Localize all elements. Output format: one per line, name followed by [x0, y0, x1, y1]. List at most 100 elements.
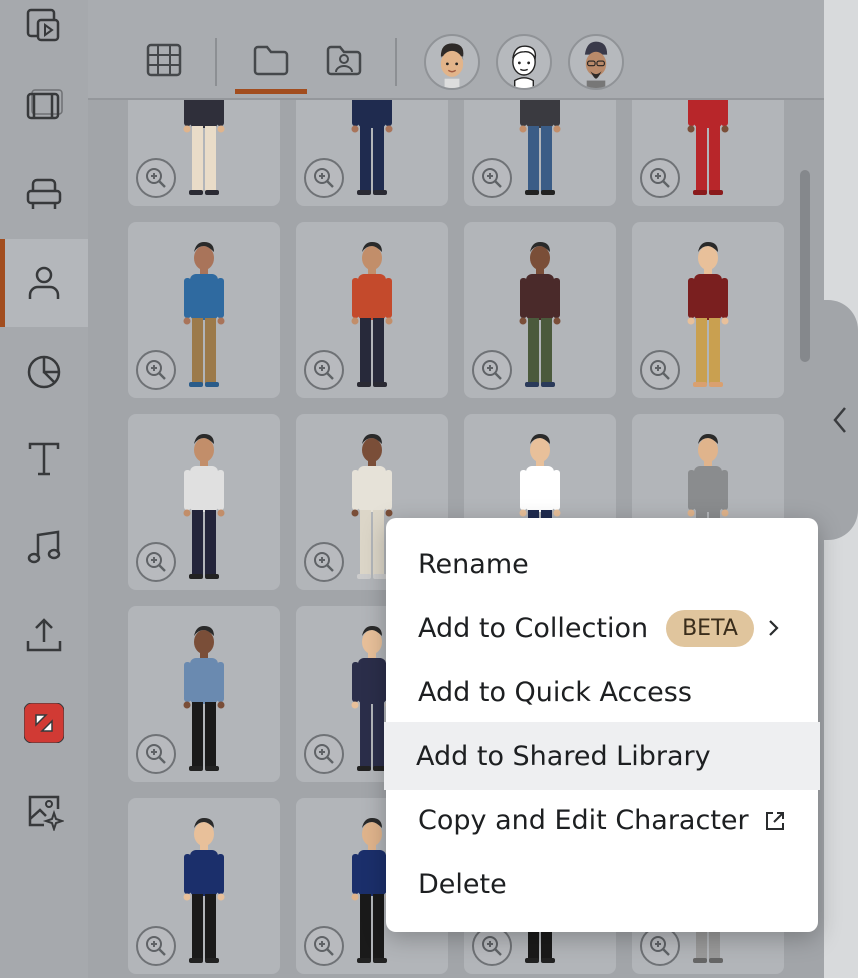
character-style-avatar[interactable]	[568, 34, 624, 90]
character-figure	[174, 616, 234, 782]
zoom-preview-button[interactable]	[640, 350, 680, 390]
text-button[interactable]	[0, 415, 88, 503]
video-file-icon	[24, 4, 64, 44]
toolbar-divider	[395, 38, 397, 86]
character-figure	[510, 100, 570, 206]
menu-item-label: Add to Collection	[418, 613, 648, 644]
zoom-in-icon	[648, 166, 672, 190]
character-style-avatar[interactable]	[496, 34, 552, 90]
chevron-right-icon	[766, 614, 782, 642]
character-card[interactable]	[296, 222, 448, 398]
zoom-preview-button[interactable]	[640, 158, 680, 198]
film-icon	[24, 86, 64, 126]
zoom-in-icon	[648, 358, 672, 382]
tab-user-folders[interactable]	[316, 32, 372, 92]
character-card[interactable]	[128, 222, 280, 398]
character-card[interactable]	[464, 222, 616, 398]
armchair-icon	[24, 174, 64, 214]
beta-badge: BETA	[666, 610, 754, 647]
character-figure	[510, 232, 570, 398]
video-scene-button[interactable]	[0, 62, 88, 150]
zoom-in-icon	[480, 358, 504, 382]
upload-button[interactable]	[0, 591, 88, 679]
zoom-preview-button[interactable]	[136, 542, 176, 582]
props-button[interactable]	[0, 150, 88, 238]
zoom-preview-button[interactable]	[472, 350, 512, 390]
menu-item-add-to-quick-access[interactable]: Add to Quick Access	[386, 660, 818, 724]
menu-item-add-to-collection[interactable]: Add to Collection BETA	[386, 596, 818, 660]
menu-item-copy-and-edit-character[interactable]: Copy and Edit Character	[386, 788, 818, 852]
character-style-avatar[interactable]	[424, 34, 480, 90]
menu-item-label: Add to Shared Library	[416, 741, 711, 772]
menu-item-label: Add to Quick Access	[418, 677, 692, 708]
zoom-in-icon	[144, 358, 168, 382]
zoom-in-icon	[312, 358, 336, 382]
charts-button[interactable]	[0, 327, 88, 415]
zoom-preview-button[interactable]	[304, 542, 344, 582]
character-context-menu: Rename Add to Collection BETA Add to Qui…	[386, 518, 818, 932]
zoom-in-icon	[144, 742, 168, 766]
character-figure	[174, 232, 234, 398]
zoom-preview-button[interactable]	[304, 734, 344, 774]
menu-item-label: Rename	[418, 549, 529, 580]
zoom-preview-button[interactable]	[304, 350, 344, 390]
zoom-in-icon	[144, 550, 168, 574]
characters-button[interactable]	[0, 239, 88, 327]
menu-item-label: Copy and Edit Character	[418, 805, 749, 836]
pie-chart-icon	[24, 351, 64, 391]
collapse-panel-button[interactable]	[822, 300, 858, 540]
zoom-in-icon	[312, 742, 336, 766]
character-card[interactable]	[128, 100, 280, 206]
video-file-button[interactable]	[0, 0, 88, 68]
tab-grid-view[interactable]	[136, 32, 192, 92]
grid-scrollbar-thumb[interactable]	[800, 170, 810, 362]
character-card[interactable]	[632, 222, 784, 398]
chevron-left-icon	[831, 405, 849, 435]
toolbar-divider	[215, 38, 217, 86]
audio-button[interactable]	[0, 503, 88, 591]
folder-icon	[251, 40, 291, 80]
character-figure	[174, 424, 234, 590]
zoom-in-icon	[144, 166, 168, 190]
person-icon	[24, 263, 64, 303]
character-figure	[678, 100, 738, 206]
music-icon	[24, 527, 64, 567]
zoom-in-icon	[480, 166, 504, 190]
menu-item-delete[interactable]: Delete	[386, 852, 818, 916]
character-card[interactable]	[128, 414, 280, 590]
character-figure	[678, 232, 738, 398]
character-card[interactable]	[632, 100, 784, 206]
tab-folders[interactable]	[243, 32, 299, 92]
character-figure	[342, 100, 402, 206]
zoom-preview-button[interactable]	[640, 926, 680, 966]
zoom-in-icon	[312, 166, 336, 190]
zoom-preview-button[interactable]	[304, 926, 344, 966]
menu-item-add-to-shared-library[interactable]: Add to Shared Library	[384, 722, 820, 790]
zoom-in-icon	[312, 934, 336, 958]
brand-app-icon	[24, 703, 64, 743]
character-card[interactable]	[464, 100, 616, 206]
zoom-preview-button[interactable]	[136, 734, 176, 774]
brand-app-button[interactable]	[0, 679, 88, 767]
upload-icon	[24, 615, 64, 655]
ai-image-icon	[24, 791, 64, 831]
zoom-preview-button[interactable]	[472, 158, 512, 198]
character-card[interactable]	[128, 606, 280, 782]
left-icon-rail	[0, 0, 88, 978]
zoom-preview-button[interactable]	[136, 158, 176, 198]
character-card[interactable]	[296, 100, 448, 206]
zoom-in-icon	[648, 934, 672, 958]
character-card[interactable]	[128, 798, 280, 974]
text-icon	[24, 439, 64, 479]
character-figure	[174, 100, 234, 206]
zoom-preview-button[interactable]	[472, 926, 512, 966]
zoom-preview-button[interactable]	[304, 158, 344, 198]
zoom-preview-button[interactable]	[136, 926, 176, 966]
zoom-preview-button[interactable]	[136, 350, 176, 390]
character-figure	[342, 232, 402, 398]
library-toolbar	[88, 0, 824, 100]
zoom-in-icon	[480, 934, 504, 958]
ai-image-button[interactable]	[0, 767, 88, 855]
character-figure	[174, 808, 234, 974]
menu-item-rename[interactable]: Rename	[386, 532, 818, 596]
